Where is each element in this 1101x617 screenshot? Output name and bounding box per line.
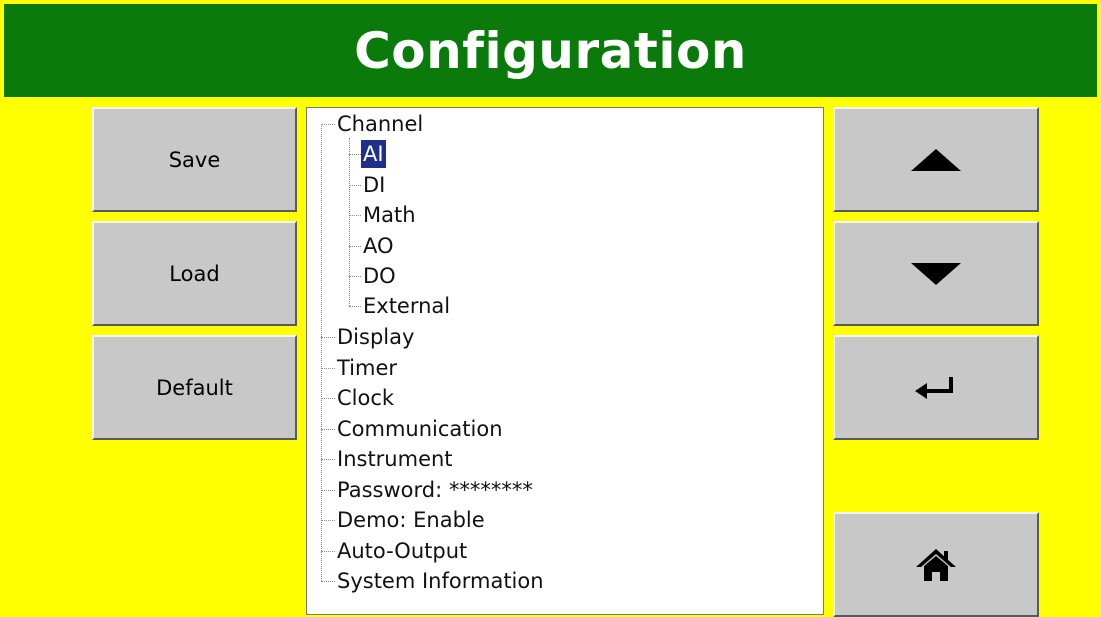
home-icon xyxy=(916,548,956,581)
tree-item-math[interactable]: Math xyxy=(361,200,418,230)
home-button[interactable] xyxy=(833,512,1039,617)
tree-item-communication[interactable]: Communication xyxy=(335,414,505,444)
load-button[interactable]: Load xyxy=(92,221,297,326)
tree-item-external[interactable]: External xyxy=(361,291,452,321)
tree-item-ai[interactable]: AI xyxy=(361,139,386,169)
default-button-label: Default xyxy=(156,375,233,400)
tree-item-demo[interactable]: Demo: Enable xyxy=(335,505,487,535)
tree-item-channel[interactable]: Channel xyxy=(335,109,425,139)
up-button[interactable] xyxy=(833,107,1039,212)
tree-item-ao[interactable]: AO xyxy=(361,231,396,261)
up-arrow-icon xyxy=(911,148,961,171)
tree-root-connector xyxy=(321,124,322,581)
tree-channel-connector xyxy=(349,138,350,306)
tree-item-display[interactable]: Display xyxy=(335,322,416,352)
enter-icon xyxy=(915,376,953,399)
save-button-label: Save xyxy=(168,147,221,172)
tree-item-di[interactable]: DI xyxy=(361,170,387,200)
tree-item-timer[interactable]: Timer xyxy=(335,353,399,383)
save-button[interactable]: Save xyxy=(92,107,297,212)
load-button-label: Load xyxy=(169,261,220,286)
enter-button[interactable] xyxy=(833,335,1039,440)
tree-item-auto-output[interactable]: Auto-Output xyxy=(335,536,469,566)
down-button[interactable] xyxy=(833,221,1039,326)
config-tree[interactable]: Channel AI DI Math AO DO External Displa… xyxy=(306,107,824,615)
tree-item-system-information[interactable]: System Information xyxy=(335,566,546,596)
tree-item-password[interactable]: Password: ******** xyxy=(335,475,535,505)
default-button[interactable]: Default xyxy=(92,335,297,440)
page-title: Configuration xyxy=(354,21,747,80)
title-bar: Configuration xyxy=(4,4,1097,97)
tree-item-clock[interactable]: Clock xyxy=(335,383,396,413)
tree-item-do[interactable]: DO xyxy=(361,261,398,291)
down-arrow-icon xyxy=(911,262,961,285)
tree-item-instrument[interactable]: Instrument xyxy=(335,444,455,474)
